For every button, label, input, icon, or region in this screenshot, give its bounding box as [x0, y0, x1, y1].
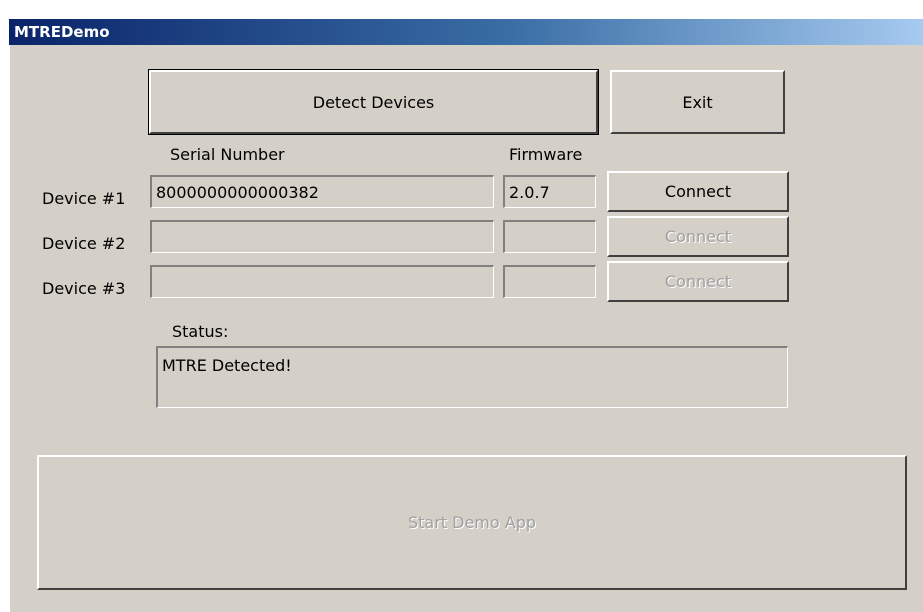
device-3-firmware-field[interactable]: [503, 265, 596, 298]
device-1-firmware-field[interactable]: 2.0.7: [503, 175, 596, 208]
exit-button[interactable]: Exit: [610, 70, 785, 134]
status-text: MTRE Detected!: [162, 356, 292, 375]
device-2-serial-field[interactable]: [150, 220, 494, 253]
title-bar[interactable]: MTREDemo: [9, 19, 923, 45]
firmware-header: Firmware: [509, 145, 583, 164]
device-2-firmware-field[interactable]: [503, 220, 596, 253]
status-display: MTRE Detected!: [156, 346, 788, 408]
device-3-label: Device #3: [42, 279, 126, 298]
start-demo-app-button[interactable]: Start Demo App: [37, 455, 907, 590]
window-title: MTREDemo: [14, 23, 110, 41]
device-3-serial-field[interactable]: [150, 265, 494, 298]
device-1-serial-field[interactable]: 8000000000000382: [150, 175, 494, 208]
device-2-connect-button[interactable]: Connect: [607, 216, 789, 257]
device-1-label: Device #1: [42, 189, 126, 208]
status-label: Status:: [172, 322, 229, 341]
device-2-label: Device #2: [42, 234, 126, 253]
serial-number-header: Serial Number: [170, 145, 285, 164]
device-1-connect-button[interactable]: Connect: [607, 171, 789, 212]
device-3-connect-button[interactable]: Connect: [607, 261, 789, 302]
detect-devices-button[interactable]: Detect Devices: [148, 69, 599, 135]
